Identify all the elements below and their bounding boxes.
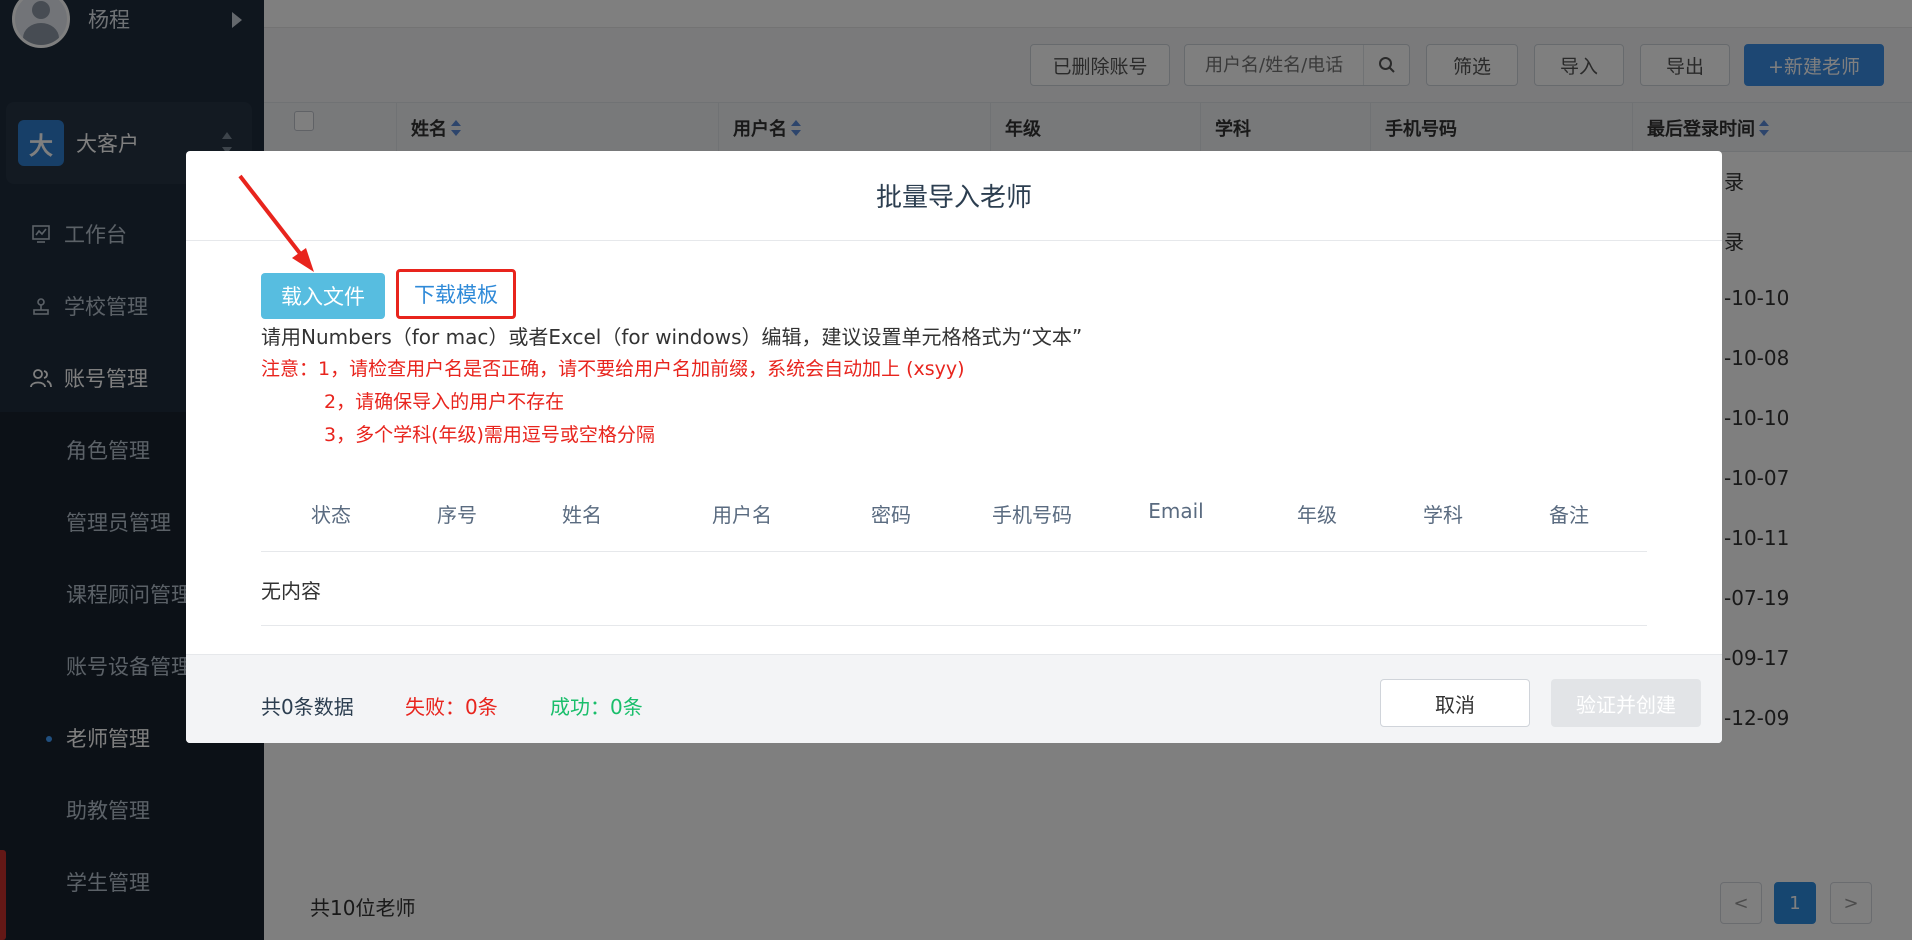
col-grade: 年级 bbox=[1297, 503, 1337, 527]
dialog-footer: 共0条数据 失败：0条 成功：0条 取消 验证并创建 bbox=[186, 654, 1722, 743]
col-password: 密码 bbox=[871, 503, 911, 527]
note-line-2: 2，请确保导入的用户不存在 bbox=[324, 391, 565, 413]
total-count: 共0条数据 bbox=[261, 695, 354, 719]
edit-hint: 请用Numbers（for mac）或者Excel（for windows）编辑… bbox=[261, 325, 1083, 349]
cancel-button[interactable]: 取消 bbox=[1380, 679, 1530, 727]
download-template-link[interactable]: 下载模板 bbox=[396, 269, 516, 319]
col-index: 序号 bbox=[437, 503, 477, 527]
note-line-1: 注意：1，请检查用户名是否正确，请不要给用户名加前缀，系统会自动加上 (xsyy… bbox=[261, 358, 965, 380]
empty-state: 无内容 bbox=[261, 579, 321, 603]
col-name: 姓名 bbox=[562, 503, 602, 527]
col-phone: 手机号码 bbox=[992, 503, 1072, 527]
col-subject: 学科 bbox=[1423, 503, 1463, 527]
note-line-3: 3，多个学科(年级)需用逗号或空格分隔 bbox=[324, 424, 655, 446]
dialog-title: 批量导入老师 bbox=[186, 151, 1722, 241]
load-file-button[interactable]: 载入文件 bbox=[261, 273, 385, 319]
failed-count: 失败：0条 bbox=[405, 695, 498, 719]
col-status: 状态 bbox=[311, 503, 351, 527]
col-remark: 备注 bbox=[1549, 503, 1589, 527]
table-divider bbox=[261, 551, 1647, 552]
col-email: Email bbox=[1148, 499, 1204, 523]
table-divider bbox=[261, 625, 1647, 626]
import-teachers-dialog: 批量导入老师 载入文件 下载模板 请用Numbers（for mac）或者Exc… bbox=[186, 151, 1722, 743]
success-count: 成功：0条 bbox=[550, 695, 643, 719]
col-username: 用户名 bbox=[712, 503, 772, 527]
verify-create-button[interactable]: 验证并创建 bbox=[1551, 679, 1701, 727]
